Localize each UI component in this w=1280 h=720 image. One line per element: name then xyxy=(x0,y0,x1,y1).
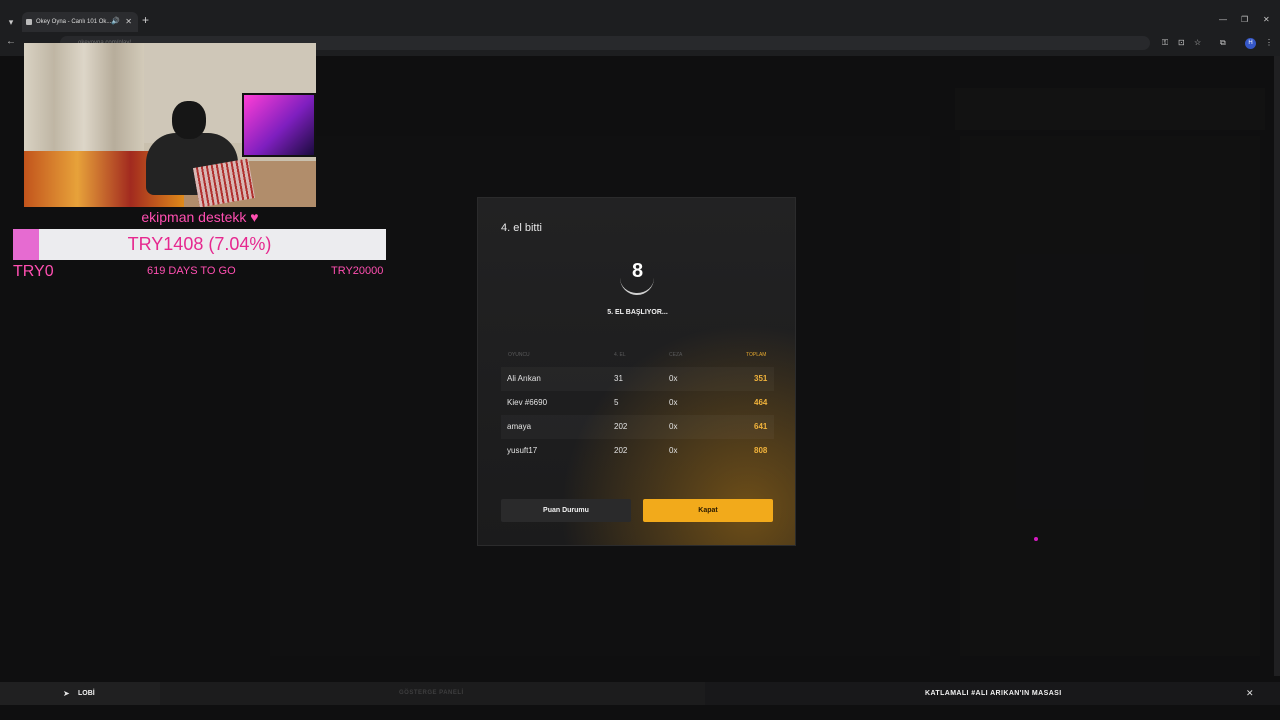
webcam-background xyxy=(24,43,144,163)
minimize-icon[interactable]: — xyxy=(1219,15,1227,24)
hand-score: 202 xyxy=(614,422,628,431)
penalty-count: 0x xyxy=(669,422,678,431)
score-row: Kiev #6690 5 0x 464 xyxy=(501,391,774,415)
penalty-count: 0x xyxy=(669,374,678,383)
dashboard-tab[interactable]: GÖSTERGE PANELİ xyxy=(399,682,464,705)
penalty-count: 0x xyxy=(669,446,678,455)
close-table-icon[interactable]: ✕ xyxy=(1246,682,1254,705)
mouse-cursor xyxy=(1034,537,1038,541)
next-hand-label: 5. EL BAŞLIYOR... xyxy=(607,309,668,316)
player-name: yusuft17 xyxy=(507,446,538,455)
close-button[interactable]: Kapat xyxy=(643,499,773,522)
window-close-icon[interactable]: ✕ xyxy=(1263,15,1270,24)
loading-spinner-icon xyxy=(620,275,654,295)
password-key-icon[interactable]: ⚿ xyxy=(1162,38,1168,48)
bottom-nav-bar: ➤ LOBİ GÖSTERGE PANELİ KATLAMALI #ALI AR… xyxy=(0,682,1280,705)
hand-score: 202 xyxy=(614,446,628,455)
column-header-penalty: CEZA xyxy=(669,352,683,358)
profile-avatar[interactable]: H xyxy=(1245,38,1256,49)
donation-goal-bar: TRY1408 (7.04%) xyxy=(13,229,386,260)
total-score: 351 xyxy=(754,374,768,383)
donation-goal-min: TRY0 xyxy=(13,263,54,280)
send-arrow-icon: ➤ xyxy=(63,689,70,698)
browser-tab[interactable]: Okey Oyna - Canlı 101 Ok... 🔊 ✕ xyxy=(22,12,138,32)
total-score: 641 xyxy=(754,422,768,431)
webcam-overlay xyxy=(24,43,316,207)
donation-goal-max: TRY20000 xyxy=(331,265,384,277)
back-arrow-icon[interactable]: ← xyxy=(6,36,16,47)
menu-dots-icon[interactable]: ⋮ xyxy=(1265,38,1273,47)
webcam-pc-monitor xyxy=(242,93,316,157)
streamer xyxy=(132,101,256,207)
hand-result-modal: 4. el bitti 8 5. EL BAŞLIYOR... OYUNCU 4… xyxy=(477,197,796,546)
donation-goal-days: 619 DAYS TO GO xyxy=(147,265,236,277)
new-tab-button[interactable]: + xyxy=(142,13,149,27)
player-name: amaya xyxy=(507,422,532,431)
tab-search-icon[interactable]: ▾ xyxy=(4,15,18,29)
column-header-player: OYUNCU xyxy=(508,352,530,358)
total-score: 464 xyxy=(754,398,768,407)
donation-goal-amount: TRY1408 (7.04%) xyxy=(127,234,272,254)
penalty-count: 0x xyxy=(669,398,678,407)
table-title: KATLAMALI #ALI ARIKAN'IN MASASI xyxy=(925,690,1062,697)
column-header-total: TOPLAM xyxy=(746,352,767,358)
hand-score: 31 xyxy=(614,374,623,383)
translate-icon[interactable]: ⊡ xyxy=(1178,38,1185,47)
total-score: 808 xyxy=(754,446,768,455)
column-header-hand: 4. EL xyxy=(614,352,626,358)
lobby-label: LOBİ xyxy=(78,690,95,697)
page-scrollbar[interactable] xyxy=(1274,56,1280,676)
score-row: Ali Arıkan 31 0x 351 xyxy=(501,367,774,391)
tab-strip: ▾ Okey Oyna - Canlı 101 Ok... 🔊 ✕ + xyxy=(0,12,1280,32)
bookmark-star-icon[interactable]: ☆ xyxy=(1194,38,1201,47)
lobby-tab[interactable]: ➤ LOBİ xyxy=(0,682,160,705)
hand-score: 5 xyxy=(614,398,619,407)
score-status-button[interactable]: Puan Durumu xyxy=(501,499,631,522)
tab-title: Okey Oyna - Canlı 101 Ok... xyxy=(36,19,112,25)
speaker-icon[interactable]: 🔊 xyxy=(111,12,120,32)
donation-goal-title: ekipman destekk ♥ xyxy=(141,209,259,225)
score-row: amaya 202 0x 641 xyxy=(501,415,774,439)
score-row: yusuft17 202 0x 808 xyxy=(501,439,774,463)
player-name: Ali Arıkan xyxy=(507,374,541,383)
player-name: Kiev #6690 xyxy=(507,398,548,407)
favicon-icon xyxy=(26,19,32,25)
modal-title: 4. el bitti xyxy=(501,222,542,234)
extensions-icon[interactable]: ⧉ xyxy=(1220,38,1226,48)
close-icon[interactable]: ✕ xyxy=(125,12,132,32)
restore-icon[interactable]: ❐ xyxy=(1241,15,1248,24)
